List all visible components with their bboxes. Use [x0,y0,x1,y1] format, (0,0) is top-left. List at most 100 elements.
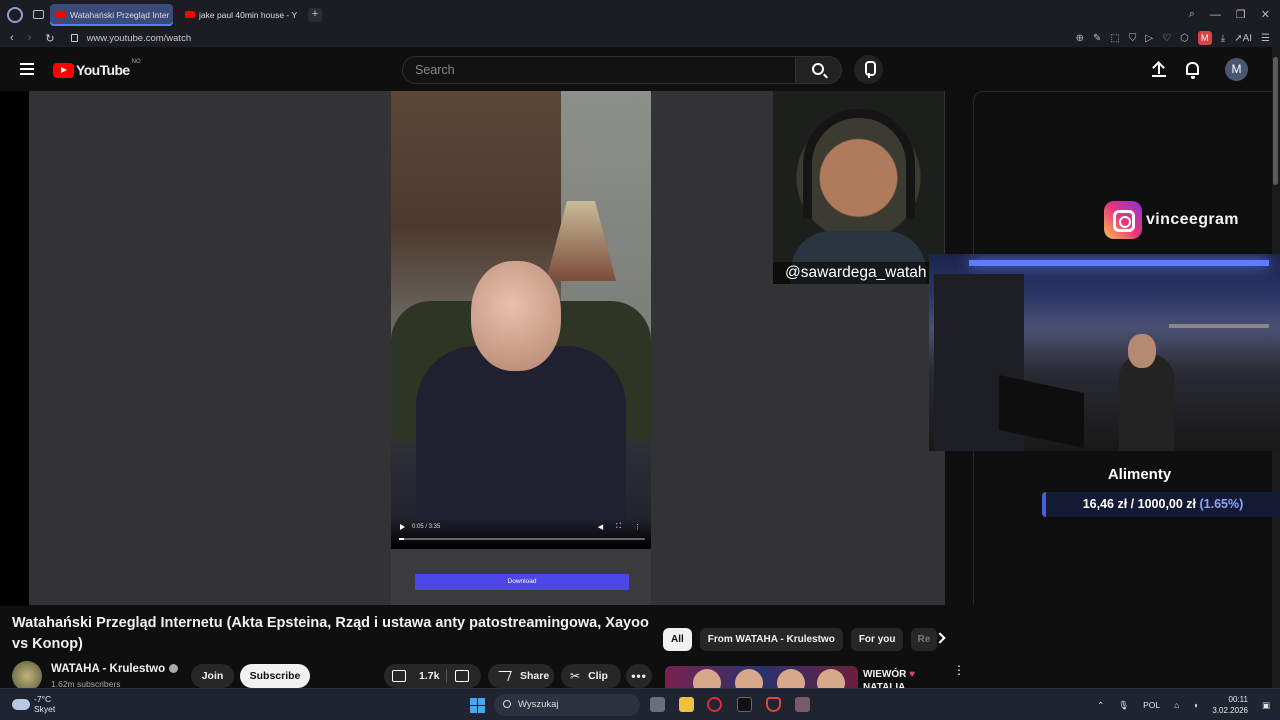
verified-icon [169,664,179,673]
tab-watahanski[interactable]: Watahański Przegląd Inter [50,3,173,26]
scissors-icon: ✂ [570,669,581,683]
cloud-icon [12,698,30,710]
weather-widget[interactable]: -7°C Skyet [12,694,55,714]
chip-recent[interactable]: Re [911,628,938,651]
streamer-body [1119,354,1174,451]
channel-name[interactable]: WATAHA - Krulestwo [51,663,179,675]
country-code: NO [131,59,141,65]
menu-icon[interactable] [20,63,34,75]
download-button: Download [415,574,629,590]
voice-search-button[interactable] [854,55,883,84]
logo-text: YouTube [76,62,130,78]
url-field[interactable]: www.youtube.com/watch [87,33,192,44]
person-body [416,346,626,546]
join-button[interactable]: Join [191,664,234,688]
opera-menu-icon[interactable] [7,6,23,23]
recommendation-menu-icon[interactable]: ⋮ [953,664,965,676]
inner-time: 0:05 / 3:35 [412,524,441,530]
task-view-icon[interactable] [650,697,665,712]
person-head [471,261,561,371]
thumbs-down-icon[interactable] [455,670,469,682]
minimize-icon[interactable]: — [1210,9,1221,21]
profile-badge[interactable]: M [1197,31,1212,45]
security-app-icon[interactable] [766,697,781,712]
pin-icon[interactable]: ✎ [1093,33,1101,44]
file-explorer-icon[interactable] [679,697,694,712]
microphone-icon[interactable]: 🎙 [1118,700,1129,711]
player-icon[interactable]: ▷ [1145,33,1153,44]
new-tab-button[interactable]: + [308,7,322,22]
headphones-shape [803,109,915,219]
opera-browser-icon[interactable] [707,697,722,712]
goal-current: 16,46 zł [1082,497,1128,511]
shield-icon[interactable]: ⛉ [1129,33,1137,44]
reload-icon[interactable]: ↻ [45,32,54,45]
clip-button[interactable]: ✂ Clip [561,664,621,688]
streamer-head [1128,334,1156,368]
volume-icon[interactable]: ◖ [1193,700,1198,710]
tab-search-icon[interactable] [33,10,44,19]
snapshot-icon[interactable]: ⬚ [1110,33,1119,44]
inner-progress-bar [399,538,645,540]
heart-icon[interactable]: ♡ [1162,33,1171,44]
terminal-app-icon[interactable] [737,697,752,712]
network-icon[interactable]: ⌂ [1174,700,1179,710]
restore-icon[interactable]: ❐ [1236,8,1246,21]
system-tray: ⌃ 🎙 POL ⌂ ◖ 00:11 3.02.2026 ▣ [1097,689,1270,720]
recommendation-chips: All From WATAHA - Krulestwo For you Re [663,628,938,651]
goal-percent: (1.65%) [1199,497,1244,511]
forward-icon[interactable]: › [28,32,32,45]
more-actions-button[interactable]: ••• [626,664,652,688]
back-icon[interactable]: ‹ [10,32,14,45]
notifications-bell-icon[interactable] [1186,62,1199,79]
webcam-overlay: @sawardega_watah [773,91,944,284]
zoom-icon[interactable]: ⊕ [1076,33,1084,44]
tab-label: jake paul 40min house - Y [199,9,298,20]
goal-title: Alimenty [1107,466,1172,483]
notifications-icon[interactable]: ▣ [1262,700,1270,711]
fullscreen-icon: ⛶ [616,523,621,530]
account-avatar[interactable]: M [1225,58,1248,81]
share-button[interactable]: Share [488,664,554,688]
recommended-thumbnail[interactable] [665,666,858,688]
start-windows-icon[interactable] [470,698,485,713]
embedded-below-area: Download [391,549,651,605]
address-bar: ‹ › ↻ www.youtube.com/watch ⊕ ✎ ⬚ ⛉ ▷ ♡ … [0,29,1280,47]
video-title: Watahański Przegląd Internetu (Akta Epst… [12,615,649,652]
taskbar-search[interactable]: Wyszukaj [494,694,640,716]
youtube-logo[interactable]: YouTube NO [53,59,141,78]
easy-setup-icon[interactable]: ☰ [1261,33,1270,44]
chip-from-channel[interactable]: From WATAHA - Krulestwo [699,628,843,651]
search-icon[interactable]: ⌕ [1189,8,1195,21]
date: 3.02.2026 [1212,706,1248,715]
aria-ai-button[interactable]: ➚AI [1234,33,1252,44]
youtube-header: YouTube NO Search M [0,47,1272,91]
clock[interactable]: 00:11 3.02.2026 [1212,694,1248,716]
close-icon[interactable]: ✕ [1261,8,1270,21]
input-language[interactable]: POL [1143,700,1160,710]
instagram-name: vinceegram [1146,211,1239,228]
chip-all[interactable]: All [663,628,692,651]
tray-overflow-icon[interactable]: ⌃ [1097,700,1104,711]
channel-avatar[interactable] [12,661,42,691]
search-input[interactable]: Search [402,56,796,84]
create-upload-icon[interactable] [1152,61,1166,77]
extensions-icon[interactable]: ⬡ [1180,33,1189,44]
lock-icon[interactable] [70,34,78,42]
tab-jake-paul[interactable]: jake paul 40min house - Y [179,4,302,26]
thumbs-up-icon[interactable] [392,670,406,682]
youtube-play-icon [53,62,74,78]
webcam-handle: @sawardega_watah [773,262,944,284]
kebab-icon: ⋮ [634,524,641,531]
player-left-edge [0,91,29,606]
streamer-webcam [929,254,1280,451]
chip-for-you[interactable]: For you [850,628,904,651]
like-count[interactable]: 1.7k [419,664,439,688]
voice-app-icon[interactable] [795,697,810,712]
like-dislike-group: 1.7k [384,664,481,688]
download-icon[interactable]: ⤓ [1221,33,1225,44]
subscribe-button[interactable]: Subscribe [240,664,310,688]
search-button[interactable] [795,56,842,84]
browser-tab-strip: Watahański Przegląd Inter jake paul 40mi… [0,0,1280,29]
search-icon [503,700,511,708]
